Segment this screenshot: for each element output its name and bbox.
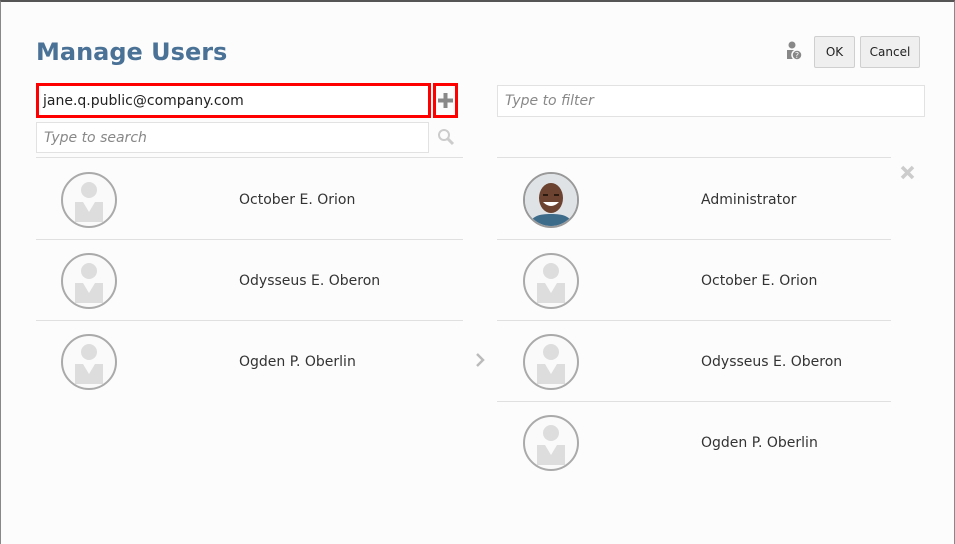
avatar-placeholder xyxy=(61,253,117,309)
svg-text:?: ? xyxy=(795,51,799,60)
list-item[interactable]: Administrator xyxy=(497,159,891,240)
cancel-button[interactable]: Cancel xyxy=(860,36,920,68)
avatar-placeholder xyxy=(523,253,579,309)
user-name: Ogden P. Oberlin xyxy=(239,354,356,370)
add-user-button[interactable] xyxy=(433,83,458,118)
close-icon[interactable] xyxy=(900,165,915,180)
filter-input[interactable]: Type to filter xyxy=(497,85,925,117)
list-item[interactable]: Ogden P. Oberlin xyxy=(36,321,463,402)
user-name: Administrator xyxy=(701,192,797,208)
avatar-placeholder xyxy=(61,172,117,228)
list-item[interactable]: Ogden P. Oberlin xyxy=(497,402,891,483)
avatar-placeholder xyxy=(61,334,117,390)
user-name: Ogden P. Oberlin xyxy=(701,435,818,451)
plus-icon xyxy=(438,93,453,108)
page-title: Manage Users xyxy=(36,38,228,66)
user-name: Odysseus E. Oberon xyxy=(239,273,381,289)
list-item[interactable]: October E. Orion xyxy=(497,240,891,321)
search-icon[interactable] xyxy=(437,128,455,146)
avatar-placeholder xyxy=(523,415,579,471)
ok-button[interactable]: OK xyxy=(814,36,855,68)
search-input[interactable]: Type to search xyxy=(36,122,429,153)
user-help-icon[interactable]: ? xyxy=(784,40,804,62)
divider xyxy=(36,157,463,158)
user-name: October E. Orion xyxy=(701,273,818,289)
user-name: Odysseus E. Oberon xyxy=(701,354,843,370)
list-item[interactable]: Odysseus E. Oberon xyxy=(36,240,463,321)
list-item[interactable]: October E. Orion xyxy=(36,159,463,240)
email-input[interactable]: jane.q.public@company.com xyxy=(36,83,431,118)
avatar-placeholder xyxy=(523,334,579,390)
divider xyxy=(497,157,891,158)
chevron-right-icon[interactable] xyxy=(474,352,486,368)
user-name: October E. Orion xyxy=(239,192,356,208)
avatar-photo xyxy=(523,172,579,228)
list-item[interactable]: Odysseus E. Oberon xyxy=(497,321,891,402)
